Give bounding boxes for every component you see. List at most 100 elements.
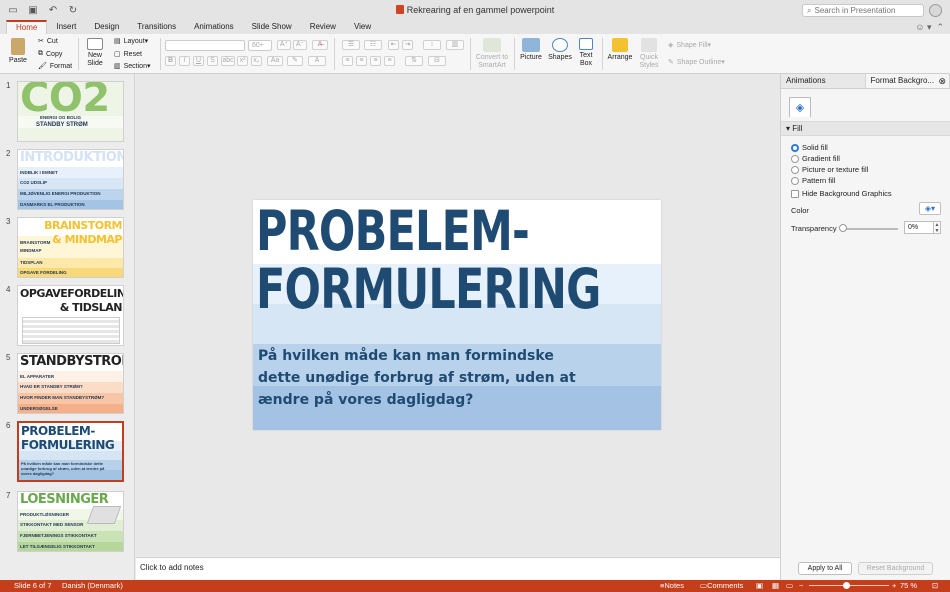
highlight-color-button[interactable]: ✎	[287, 56, 303, 66]
shape-fill-button[interactable]: ◈ Shape Fill ▾	[668, 41, 711, 50]
redo-icon[interactable]: ↻	[66, 3, 80, 17]
tab-review[interactable]: Review	[301, 20, 345, 34]
picture-button[interactable]: Picture	[518, 38, 544, 62]
slide-body-text[interactable]: På hvilken måde kan man formindske dette…	[258, 345, 598, 411]
user-account-icon[interactable]	[929, 4, 942, 17]
align-center-button[interactable]: ≡	[356, 56, 367, 66]
align-left-button[interactable]: ≡	[342, 56, 353, 66]
quick-styles-button[interactable]: Quick Styles	[636, 38, 662, 70]
numbering-button[interactable]: ☷	[364, 40, 382, 50]
tab-insert[interactable]: Insert	[47, 20, 85, 34]
thumbnail-slide-1[interactable]: CO2 ENERGI OG BOLIG STANDBY STRØM	[17, 81, 124, 142]
reading-view-icon[interactable]: ▭	[786, 580, 793, 592]
search-input[interactable]	[814, 6, 915, 15]
save-icon[interactable]: ▣	[26, 3, 40, 17]
paste-button[interactable]: Paste	[6, 38, 30, 65]
tab-format-background[interactable]: Format Backgro... ⊗	[865, 74, 950, 88]
zoom-slider-handle[interactable]	[843, 582, 850, 589]
comments-toggle[interactable]: ▭ Comments	[700, 580, 743, 592]
italic-button[interactable]: I	[179, 56, 190, 66]
transparency-stepper[interactable]: ▲ ▼	[934, 221, 941, 234]
shapes-button[interactable]: Shapes	[547, 38, 573, 62]
sidebar-toggle-icon[interactable]: ▭	[6, 3, 20, 17]
text-highlight-button[interactable]: Aa	[267, 56, 283, 66]
reset-background-button[interactable]: Reset Background	[858, 562, 933, 575]
format-painter-button[interactable]: 🖌 Format	[38, 62, 72, 71]
current-slide[interactable]: PROBELEM- FORMULERING På hvilken måde ka…	[253, 200, 661, 430]
slide-sorter-icon[interactable]: ▦	[772, 580, 779, 592]
tab-view[interactable]: View	[345, 20, 380, 34]
justify-button[interactable]: ≡	[384, 56, 395, 66]
color-picker-button[interactable]: ◈▾	[919, 202, 941, 215]
line-spacing-button[interactable]: ↕	[423, 40, 441, 50]
thumbnail-slide-5[interactable]: STANDBYSTROEM EL APPARATER HVAD ER STAND…	[17, 353, 124, 414]
language-indicator[interactable]: Danish (Denmark)	[62, 580, 123, 592]
hide-graphics-option[interactable]: Hide Background Graphics	[791, 189, 892, 198]
tab-design[interactable]: Design	[85, 20, 128, 34]
increase-indent-button[interactable]: ⇥	[402, 40, 413, 50]
thumbnail-slide-3[interactable]: BRAINSTORM & MINDMAP BRAINSTORM MINDMAP …	[17, 217, 124, 278]
zoom-out-icon[interactable]: −	[799, 580, 803, 592]
zoom-in-icon[interactable]: +	[892, 580, 896, 592]
thumbnail-slide-4[interactable]: OPGAVEFORDELING & TIDSLAN	[17, 285, 124, 346]
shadow-button[interactable]: S	[207, 56, 218, 66]
superscript-button[interactable]: x²	[237, 56, 248, 66]
reset-button[interactable]: ▢ Reset	[114, 50, 142, 59]
tab-animations-pane[interactable]: Animations	[781, 74, 866, 88]
increase-font-button[interactable]: A⁺	[277, 40, 291, 50]
transparency-input[interactable]: 0%	[904, 221, 934, 234]
solid-fill-option[interactable]: Solid fill	[791, 143, 828, 152]
cut-button[interactable]: ✂ Cut	[38, 37, 58, 46]
font-size-combo[interactable]: 60+	[248, 40, 272, 51]
decrease-font-button[interactable]: A⁻	[293, 40, 307, 50]
notes-pane[interactable]: Click to add notes	[136, 557, 780, 580]
search-box[interactable]: ⌕	[802, 4, 924, 17]
zoom-level[interactable]: 75 %	[900, 580, 917, 592]
arrange-button[interactable]: Arrange	[606, 38, 634, 62]
smiley-feedback-icon[interactable]: ☺ ▾ ⌃	[915, 22, 944, 33]
align-text-button[interactable]: ⊟	[428, 56, 446, 66]
radio[interactable]	[791, 154, 799, 163]
layout-button[interactable]: ▤ Layout ▾	[114, 37, 148, 46]
radio-selected[interactable]	[791, 143, 799, 152]
slide-title[interactable]: PROBELEM- FORMULERING	[256, 202, 601, 318]
text-direction-button[interactable]: ⇅	[405, 56, 423, 66]
subscript-button[interactable]: x₂	[251, 56, 262, 66]
tab-home[interactable]: Home	[6, 20, 48, 34]
thumbnail-slide-6[interactable]: PROBELEM- FORMULERING På hvilken måde ka…	[17, 421, 124, 482]
tab-animations[interactable]: Animations	[185, 20, 243, 34]
section-button[interactable]: ▥ Section ▾	[114, 62, 151, 71]
thumbnail-slide-7[interactable]: LOESNINGER PRODUKTLØSNINGER STIKKONTAKT …	[17, 491, 124, 552]
paint-bucket-icon[interactable]: ◈	[789, 97, 811, 117]
undo-icon[interactable]: ↶	[46, 3, 60, 17]
convert-smartart-button[interactable]: Convert to SmartArt	[474, 38, 510, 70]
radio[interactable]	[791, 176, 799, 185]
fill-section-header[interactable]: ▾ Fill	[781, 122, 950, 136]
text-box-button[interactable]: Text Box	[575, 38, 597, 68]
align-right-button[interactable]: ≡	[370, 56, 381, 66]
apply-to-all-button[interactable]: Apply to All	[798, 562, 852, 575]
font-color-button[interactable]: A	[308, 56, 326, 66]
decrease-indent-button[interactable]: ⇤	[388, 40, 399, 50]
thumbnail-slide-2[interactable]: INTRODUKTION INDBLIK I EMNET CO2 UDSLIP …	[17, 149, 124, 210]
new-slide-button[interactable]: New Slide	[83, 38, 107, 68]
shape-outline-button[interactable]: ✎ Shape Outline ▾	[668, 58, 725, 67]
slide-editor[interactable]: PROBELEM- FORMULERING På hvilken måde ka…	[136, 74, 780, 556]
tab-slide-show[interactable]: Slide Show	[243, 20, 301, 34]
normal-view-icon[interactable]: ▣	[756, 580, 763, 592]
transparency-slider[interactable]	[842, 228, 898, 230]
underline-button[interactable]: U	[193, 56, 204, 66]
tab-transitions[interactable]: Transitions	[128, 20, 185, 34]
strikethrough-button[interactable]: abc	[221, 56, 235, 66]
font-name-combo[interactable]	[165, 40, 245, 51]
copy-button[interactable]: ⧉ Copy	[38, 50, 62, 58]
gradient-fill-option[interactable]: Gradient fill	[791, 154, 840, 163]
clear-format-button[interactable]: A̶	[312, 40, 328, 50]
fit-to-window-icon[interactable]: ⊡	[932, 580, 938, 592]
radio[interactable]	[791, 165, 799, 174]
columns-button[interactable]: ▥	[446, 40, 464, 50]
pattern-fill-option[interactable]: Pattern fill	[791, 176, 835, 185]
bold-button[interactable]: B	[165, 56, 176, 66]
close-icon[interactable]: ⊗	[938, 74, 946, 88]
checkbox[interactable]	[791, 189, 799, 198]
